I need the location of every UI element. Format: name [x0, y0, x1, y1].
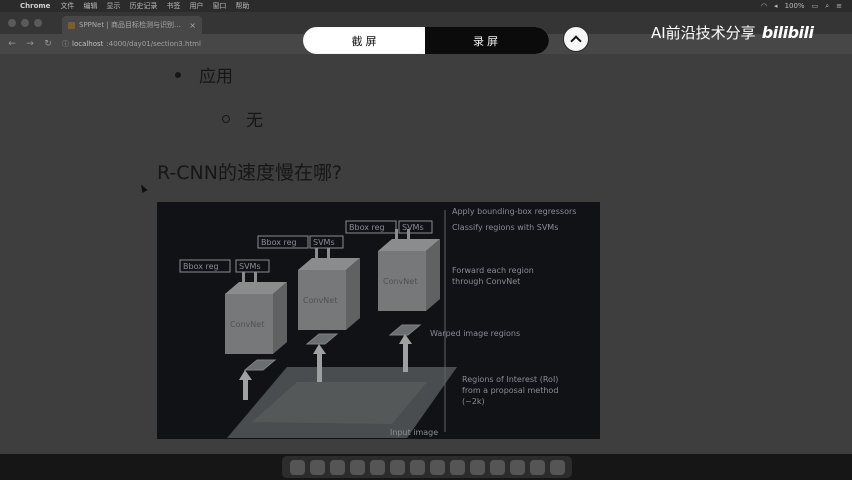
watermark: AI前沿技术分享 bilibili	[651, 22, 814, 43]
arrow-shaft	[327, 248, 330, 258]
menu-app-name[interactable]: Chrome	[20, 2, 50, 10]
bullet-item-level2: 无	[222, 106, 263, 131]
terminal-icon[interactable]	[429, 459, 445, 475]
step-label-classify: Classify regions with SVMs	[452, 223, 559, 232]
menu-item-edit[interactable]: 编辑	[83, 1, 97, 11]
pycharm-icon[interactable]	[449, 459, 465, 475]
bullet-item-level1: 应用	[175, 62, 233, 87]
step-label-roi: Regions of Interest (RoI) from a proposa…	[462, 375, 559, 406]
convnet-cube-side	[426, 239, 440, 311]
bullet-ring-icon	[222, 114, 230, 123]
roi-square-1	[243, 359, 277, 371]
window-controls	[8, 19, 42, 27]
arrow-shaft	[254, 272, 257, 282]
screenshot-button[interactable]: 截屏	[304, 28, 427, 53]
arrow-head	[313, 344, 326, 354]
convnet-label: ConvNet	[230, 320, 265, 329]
favicon-icon	[68, 21, 75, 29]
chrome-icon[interactable]	[409, 459, 425, 475]
reload-icon[interactable]: ↻	[42, 39, 54, 49]
convnet-cube-side	[346, 258, 360, 330]
menu-status-area: ◠ ◂ 100% ▭ ⌕ ≡	[761, 0, 842, 12]
menu-item-help[interactable]: 帮助	[235, 1, 249, 11]
battery-percent[interactable]: 100%	[785, 2, 805, 10]
arrow-shaft	[317, 352, 322, 382]
photos-icon[interactable]	[389, 459, 405, 475]
record-button[interactable]: 录屏	[425, 27, 549, 54]
svms-label: SVMs	[239, 262, 261, 271]
maximize-window-icon[interactable]	[34, 19, 42, 27]
url-path: :4000/day01/section3.html	[106, 40, 201, 48]
convnet-label: ConvNet	[303, 296, 338, 305]
launchpad-icon[interactable]	[309, 459, 325, 475]
safari-icon[interactable]	[329, 459, 345, 475]
tab-title: SPPNet | 商品目标检测与识别…	[79, 21, 181, 29]
arrow-head	[239, 370, 252, 380]
calendar-icon[interactable]	[349, 459, 365, 475]
wifi-icon[interactable]: ◠	[761, 2, 767, 10]
mouse-pointer-icon	[138, 183, 148, 193]
close-tab-icon[interactable]: ×	[189, 21, 196, 30]
step-label-input: Input image	[390, 428, 439, 437]
settings-icon[interactable]	[489, 459, 505, 475]
minimize-window-icon[interactable]	[21, 19, 29, 27]
bullet-text: 应用	[199, 67, 233, 87]
battery-icon[interactable]: ▭	[812, 2, 819, 10]
bbox-reg-label: Bbox reg	[183, 262, 219, 271]
roi-square-3	[388, 324, 422, 336]
preview-icon[interactable]	[529, 459, 545, 475]
roi-square-2	[305, 333, 339, 345]
finder-icon[interactable]	[289, 459, 305, 475]
bbox-reg-label: Bbox reg	[261, 238, 297, 247]
slide-page: 应用 无 R-CNN的速度慢在哪? Bbox reg SVMs Bbox reg…	[0, 54, 852, 454]
bbox-reg-label: Bbox reg	[349, 223, 385, 232]
step-label-regressors: Apply bounding-box regressors	[452, 207, 577, 216]
menu-item-view[interactable]: 显示	[106, 1, 120, 11]
menu-item-window[interactable]: 窗口	[212, 1, 226, 11]
info-icon[interactable]: ⓘ	[62, 39, 69, 49]
arrow-shaft	[243, 378, 248, 400]
bilibili-logo: bilibili	[761, 23, 814, 42]
recorder-toggle: 截屏 录屏	[303, 27, 549, 54]
url-host: localhost	[72, 40, 104, 48]
forward-icon[interactable]: →	[24, 39, 36, 49]
slide-heading: R-CNN的速度慢在哪?	[157, 162, 343, 184]
address-bar[interactable]: ⓘ localhost:4000/day01/section3.html	[62, 39, 201, 49]
svms-label: SVMs	[402, 223, 424, 232]
step-label-forward: Forward each region through ConvNet	[452, 266, 534, 286]
arrow-shaft	[315, 248, 318, 258]
search-icon[interactable]: ⌕	[825, 2, 829, 11]
browser-tab[interactable]: SPPNet | 商品目标检测与识别… ×	[62, 16, 202, 34]
collapse-button[interactable]	[563, 26, 589, 52]
list-icon[interactable]: ≡	[836, 2, 842, 10]
volume-icon[interactable]: ◂	[774, 2, 778, 10]
dock	[282, 456, 572, 478]
typora-icon[interactable]	[469, 459, 485, 475]
convnet-label: ConvNet	[383, 277, 418, 286]
menu-bar: Chrome 文件 编辑 显示 历史记录 书签 用户 窗口 帮助 ◠ ◂ 100…	[0, 0, 852, 12]
menu-item-people[interactable]: 用户	[189, 1, 203, 11]
arrow-shaft	[242, 272, 245, 282]
bullet-text: 无	[246, 111, 263, 131]
menu-item-bookmarks[interactable]: 书签	[166, 1, 180, 11]
trash-icon[interactable]	[549, 459, 565, 475]
close-window-icon[interactable]	[8, 19, 16, 27]
chevron-up-icon	[570, 35, 582, 47]
back-icon[interactable]: ←	[6, 39, 18, 49]
watermark-text: AI前沿技术分享	[651, 24, 756, 42]
rcnn-pipeline-figure: Bbox reg SVMs Bbox reg SVMs Bbox reg SVM…	[157, 202, 600, 439]
convnet-cube-side	[273, 282, 287, 354]
step-label-warp: Warped image regions	[430, 329, 521, 338]
menu-item-file[interactable]: 文件	[60, 1, 74, 11]
arrow-shaft	[403, 342, 408, 372]
finder-folder-icon[interactable]	[509, 459, 525, 475]
bullet-dot-icon	[175, 71, 181, 78]
menu-item-history[interactable]: 历史记录	[129, 1, 157, 11]
svms-label: SVMs	[313, 238, 335, 247]
notes-icon[interactable]	[369, 459, 385, 475]
